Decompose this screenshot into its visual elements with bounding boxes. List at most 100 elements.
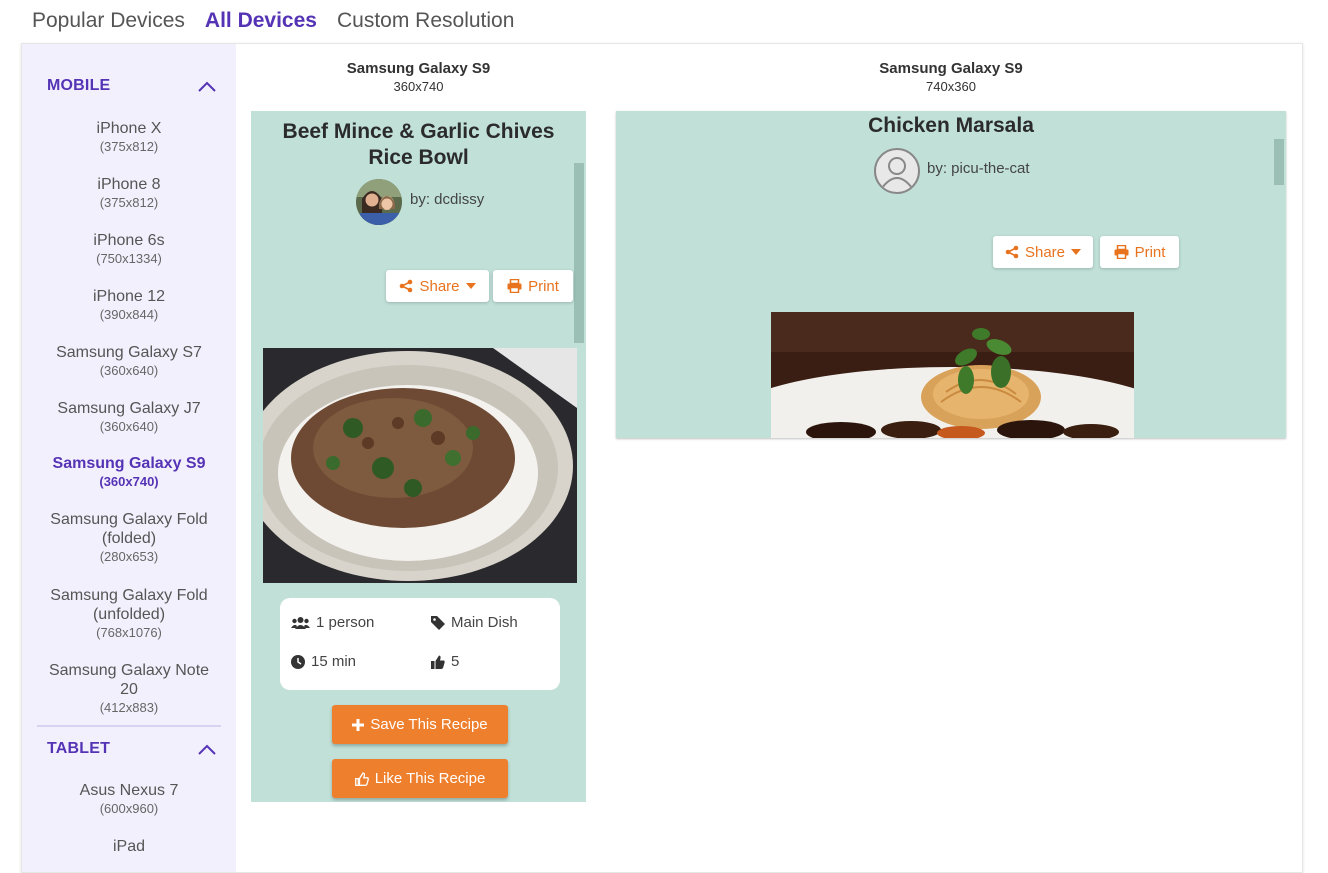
printer-icon — [1114, 245, 1129, 259]
chevron-up-icon[interactable] — [197, 742, 217, 756]
device-resolution: (390x844) — [99, 307, 159, 322]
sidebar-device-galaxy-fold-folded[interactable]: Samsung Galaxy Fold (folded) (280x653) — [22, 510, 236, 565]
preview-resolution: 740x360 — [926, 79, 976, 94]
frame-scrollbar[interactable] — [574, 163, 584, 343]
caret-down-icon — [465, 283, 476, 289]
tab-custom-resolution[interactable]: Custom Resolution — [337, 8, 514, 34]
like-recipe-button[interactable]: Like This Recipe — [332, 759, 508, 798]
share-label: Share — [419, 277, 460, 295]
device-name: Samsung Galaxy Fold — [50, 511, 208, 528]
print-button[interactable]: Print — [493, 270, 573, 302]
device-resolution: (375x812) — [99, 195, 159, 210]
plus-icon — [352, 718, 365, 731]
device-name: Samsung Galaxy S7 — [56, 344, 202, 361]
preview-resolution: 360x740 — [393, 79, 444, 94]
device-resolution: (768x1076) — [96, 625, 162, 640]
frame-scrollbar[interactable] — [1274, 139, 1284, 185]
device-name: iPhone 8 — [97, 176, 161, 193]
device-sidebar: MOBILE iPhone X (375x812) iPhone 8 (375x… — [22, 44, 236, 872]
landscape-preview-header: Samsung Galaxy S9 740x360 — [616, 60, 1286, 95]
recipe-photo — [251, 348, 577, 583]
device-name: Samsung Galaxy Fold — [50, 587, 208, 604]
sidebar-device-galaxy-note-20[interactable]: Samsung Galaxy Note 20 (412x883) — [22, 661, 236, 716]
print-label: Print — [1134, 243, 1166, 261]
sidebar-device-asus-nexus-7[interactable]: Asus Nexus 7 (600x960) — [22, 781, 236, 817]
device-name: iPhone 6s — [93, 232, 165, 249]
device-resolution: (360x740) — [99, 474, 159, 489]
device-name: Samsung Galaxy Note — [48, 662, 210, 679]
device-name-suffix: 20 — [120, 681, 138, 698]
like-recipe-label: Like This Recipe — [374, 770, 486, 787]
device-name: iPhone 12 — [92, 288, 166, 305]
author-avatar — [356, 179, 402, 225]
device-name-suffix: (folded) — [101, 530, 157, 547]
printer-icon — [507, 279, 522, 293]
recipe-title-line: Rice Bowl — [368, 146, 469, 169]
device-resolution: (360x640) — [99, 363, 159, 378]
recipe-info-card: 1 person Main Dish 15 min 5 — [280, 598, 560, 690]
save-recipe-button[interactable]: Save This Recipe — [332, 705, 508, 744]
share-button[interactable]: Share — [993, 236, 1093, 268]
share-icon — [399, 279, 413, 293]
time-info: 15 min — [291, 653, 356, 670]
category-value: Main Dish — [451, 614, 518, 631]
users-icon — [291, 616, 310, 630]
portrait-preview-header: Samsung Galaxy S9 360x740 — [251, 60, 586, 95]
share-label: Share — [1024, 243, 1066, 261]
sidebar-device-galaxy-s9[interactable]: Samsung Galaxy S9 (360x740) — [22, 454, 236, 490]
device-name: Asus Nexus 7 — [79, 782, 179, 799]
chevron-up-icon[interactable] — [197, 79, 217, 93]
device-name: Samsung Galaxy S9 — [52, 455, 206, 472]
mobile-group-label: MOBILE — [47, 77, 111, 94]
tablet-group-header[interactable]: TABLET — [47, 737, 217, 761]
clock-icon — [291, 654, 305, 669]
recipe-title: Beef Mince & Garlic Chives Rice Bowl — [271, 119, 566, 171]
servings-info: 1 person — [291, 614, 374, 631]
sidebar-device-ipad[interactable]: iPad — [22, 837, 236, 856]
portrait-device-frame[interactable]: Beef Mince & Garlic Chives Rice Bowl by:… — [251, 111, 586, 802]
author-avatar — [874, 148, 920, 194]
mobile-group-header[interactable]: MOBILE — [47, 74, 217, 98]
preview-device-name: Samsung Galaxy S9 — [879, 60, 1023, 77]
tag-icon — [431, 615, 445, 630]
sidebar-device-galaxy-j7[interactable]: Samsung Galaxy J7 (360x640) — [22, 399, 236, 435]
preview-device-name: Samsung Galaxy S9 — [346, 60, 491, 77]
device-resolution: (600x960) — [99, 801, 159, 816]
device-resolution: (412x883) — [99, 700, 159, 715]
print-label: Print — [528, 277, 559, 295]
tab-popular-devices[interactable]: Popular Devices — [32, 8, 185, 34]
share-icon — [1005, 245, 1019, 259]
tab-all-devices[interactable]: All Devices — [205, 8, 317, 34]
group-divider — [37, 725, 221, 727]
sidebar-device-galaxy-s7[interactable]: Samsung Galaxy S7 (360x640) — [22, 343, 236, 379]
sidebar-device-iphone-8[interactable]: iPhone 8 (375x812) — [22, 175, 236, 211]
landscape-device-frame[interactable]: Chicken Marsala by: picu-the-cat Share P… — [616, 111, 1286, 438]
save-recipe-label: Save This Recipe — [370, 716, 488, 733]
device-name: Samsung Galaxy J7 — [57, 400, 201, 417]
device-resolution: (750x1334) — [96, 251, 162, 266]
recipe-photo — [722, 312, 1182, 438]
caret-down-icon — [1071, 249, 1082, 255]
sidebar-device-iphone-12[interactable]: iPhone 12 (390x844) — [22, 287, 236, 323]
author-byline[interactable]: by: picu-the-cat — [927, 160, 1030, 177]
servings-value: 1 person — [316, 614, 375, 631]
likes-value: 5 — [451, 653, 460, 670]
sidebar-device-iphone-6s[interactable]: iPhone 6s (750x1334) — [22, 231, 236, 267]
device-resolution: (360x640) — [99, 419, 159, 434]
sidebar-device-galaxy-fold-unfolded[interactable]: Samsung Galaxy Fold (unfolded) (768x1076… — [22, 586, 236, 641]
share-button[interactable]: Share — [386, 270, 489, 302]
thumbs-up-icon — [431, 655, 445, 669]
device-resolution: (375x812) — [99, 139, 159, 154]
devices-panel: MOBILE iPhone X (375x812) iPhone 8 (375x… — [21, 43, 1303, 873]
device-resolution: (280x653) — [99, 549, 159, 564]
likes-info: 5 — [431, 653, 459, 670]
print-button[interactable]: Print — [1100, 236, 1179, 268]
author-byline[interactable]: by: dcdissy — [410, 191, 484, 208]
device-name-suffix: (unfolded) — [92, 606, 166, 623]
sidebar-device-iphone-x[interactable]: iPhone X (375x812) — [22, 119, 236, 155]
device-name: iPad — [112, 838, 146, 855]
recipe-title-line: Beef Mince & Garlic Chives — [282, 120, 555, 143]
device-tabs: Popular Devices All Devices Custom Resol… — [32, 8, 514, 34]
time-value: 15 min — [311, 653, 357, 670]
category-info: Main Dish — [431, 614, 518, 631]
